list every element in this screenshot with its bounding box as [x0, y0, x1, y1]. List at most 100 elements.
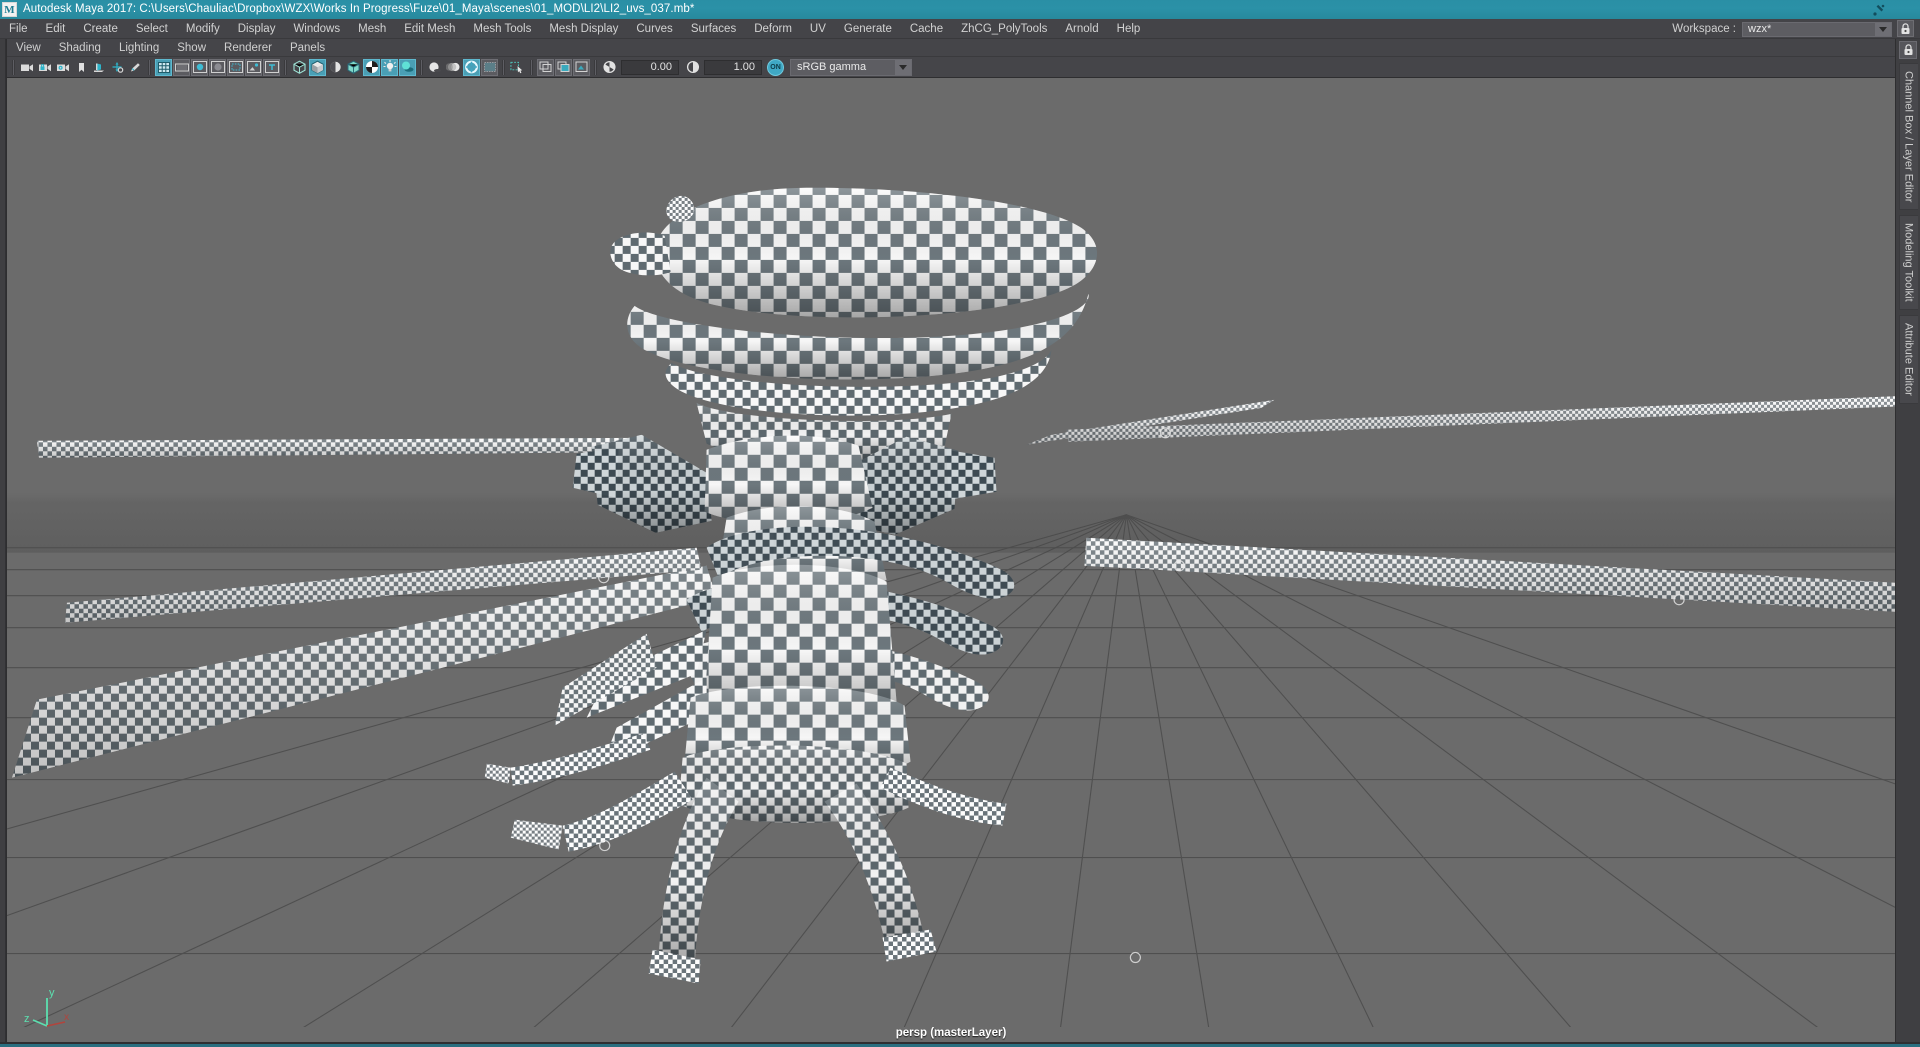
right-tab-rail: Channel Box / Layer Editor Modeling Tool… — [1895, 39, 1920, 1042]
application-body: View Shading Lighting Show Renderer Pane… — [0, 39, 1920, 1042]
perspective-viewport[interactable]: y z x persp (masterLayer) — [7, 78, 1895, 1042]
menu-cache[interactable]: Cache — [901, 19, 952, 39]
panel-menu-panels[interactable]: Panels — [281, 39, 334, 57]
menu-curves[interactable]: Curves — [627, 19, 681, 39]
workspace-dropdown[interactable]: wzx* — [1742, 21, 1892, 37]
smooth-shade-selected-icon[interactable] — [327, 59, 344, 76]
camera-lock-icon[interactable] — [37, 59, 54, 76]
menu-windows[interactable]: Windows — [284, 19, 349, 39]
safe-title-icon[interactable] — [263, 58, 280, 76]
menu-create[interactable]: Create — [74, 19, 127, 39]
color-management-value: sRGB gamma — [797, 61, 867, 73]
panel-menu-show[interactable]: Show — [168, 39, 215, 57]
film-gate-icon[interactable] — [173, 58, 190, 76]
panel-toolbar: 0.00 1.00 ON sRGB gamma — [7, 57, 1895, 78]
toolbar-separator — [420, 59, 423, 75]
isolate-select-icon[interactable] — [509, 59, 526, 76]
three-d-model-helicopter[interactable] — [7, 78, 1895, 1027]
chevron-down-icon[interactable] — [895, 59, 911, 75]
workspace-selector: Workspace : wzx* — [1672, 19, 1892, 39]
xray-icon[interactable] — [537, 58, 554, 76]
menu-mesh-tools[interactable]: Mesh Tools — [464, 19, 540, 39]
wireframe-icon[interactable] — [291, 59, 308, 76]
toolbar-separator — [148, 59, 151, 75]
use-all-lights-icon[interactable] — [381, 58, 398, 76]
smooth-shade-all-icon[interactable] — [309, 58, 326, 76]
axis-label-x: x — [64, 1012, 69, 1023]
rail-lock-button[interactable] — [1899, 41, 1917, 59]
safe-action-icon[interactable] — [245, 58, 262, 76]
window-bottom-edge — [0, 1042, 1920, 1047]
shadows-icon[interactable] — [399, 58, 416, 76]
toolbar-separator — [12, 59, 15, 75]
chevron-down-icon[interactable] — [1875, 22, 1891, 36]
tab-modeling-toolkit[interactable]: Modeling Toolkit — [1898, 215, 1918, 311]
menu-file[interactable]: File — [0, 19, 37, 39]
menu-mesh[interactable]: Mesh — [349, 19, 395, 39]
field-chart-icon[interactable] — [227, 58, 244, 76]
toolbar-separator — [594, 59, 597, 75]
toolbar-separator — [530, 59, 533, 75]
lock-icon — [1904, 44, 1912, 55]
wireframe-on-shaded-icon[interactable] — [345, 59, 362, 76]
menu-help[interactable]: Help — [1108, 19, 1150, 39]
title-bar: M Autodesk Maya 2017: C:\Users\Chauliac\… — [0, 0, 1920, 19]
workspace-value: wzx* — [1748, 23, 1772, 35]
color-management-toggle[interactable]: ON — [767, 58, 784, 76]
screen-space-ao-icon[interactable] — [427, 59, 444, 76]
panel-menu-shading[interactable]: Shading — [50, 39, 110, 57]
workspace-label: Workspace : — [1672, 23, 1736, 35]
maya-application-window: M Autodesk Maya 2017: C:\Users\Chauliac\… — [0, 0, 1920, 1047]
toolbar-separator — [502, 59, 505, 75]
menu-generate[interactable]: Generate — [835, 19, 901, 39]
menu-select[interactable]: Select — [127, 19, 177, 39]
bookmark-icon[interactable] — [73, 59, 90, 76]
lock-icon — [1901, 22, 1910, 34]
xray-joints-icon[interactable] — [555, 58, 572, 76]
color-management-dropdown[interactable]: sRGB gamma — [790, 58, 912, 76]
menu-arnold[interactable]: Arnold — [1056, 19, 1107, 39]
axis-label-y: y — [49, 987, 55, 999]
menu-surfaces[interactable]: Surfaces — [682, 19, 745, 39]
tab-attribute-editor[interactable]: Attribute Editor — [1898, 315, 1918, 404]
two-d-pan-zoom-icon[interactable] — [109, 59, 126, 76]
texture-display-icon[interactable] — [363, 58, 380, 76]
motion-blur-icon[interactable] — [445, 59, 462, 76]
title-bar-glyph-icon — [1873, 4, 1885, 16]
maya-logo-icon: M — [2, 2, 17, 17]
exposure-value-field[interactable]: 0.00 — [621, 59, 679, 75]
axis-label-z: z — [24, 1013, 30, 1025]
main-menu-bar: File Edit Create Select Modify Display W… — [0, 19, 1920, 39]
grid-icon[interactable] — [155, 58, 172, 76]
menu-display[interactable]: Display — [229, 19, 285, 39]
gamma-icon[interactable] — [684, 59, 701, 76]
menu-uv[interactable]: UV — [801, 19, 835, 39]
menu-deform[interactable]: Deform — [745, 19, 801, 39]
viewport-panel: View Shading Lighting Show Renderer Pane… — [6, 39, 1895, 1042]
depth-of-field-icon[interactable] — [481, 58, 498, 76]
camera-icon[interactable] — [19, 59, 36, 76]
camera-attributes-icon[interactable] — [55, 59, 72, 76]
panel-menu-bar: View Shading Lighting Show Renderer Pane… — [7, 39, 1895, 57]
image-plane-icon[interactable] — [91, 59, 108, 76]
gate-mask-icon[interactable] — [209, 58, 226, 76]
menu-modify[interactable]: Modify — [177, 19, 229, 39]
menu-edit[interactable]: Edit — [37, 19, 75, 39]
xray-active-components-icon[interactable] — [573, 58, 590, 76]
multisample-aa-icon[interactable] — [463, 58, 480, 76]
resolution-gate-icon[interactable] — [191, 58, 208, 76]
grease-pencil-icon[interactable] — [127, 59, 144, 76]
panel-menu-renderer[interactable]: Renderer — [215, 39, 281, 57]
gamma-value-field[interactable]: 1.00 — [704, 59, 762, 75]
window-title: Autodesk Maya 2017: C:\Users\Chauliac\Dr… — [23, 3, 695, 15]
toolbar-separator — [284, 59, 287, 75]
menu-edit-mesh[interactable]: Edit Mesh — [395, 19, 464, 39]
menu-zhcg-polytools[interactable]: ZhCG_PolyTools — [952, 19, 1056, 39]
panel-menu-view[interactable]: View — [7, 39, 50, 57]
menu-mesh-display[interactable]: Mesh Display — [540, 19, 627, 39]
panel-menu-lighting[interactable]: Lighting — [110, 39, 168, 57]
turret-assembly — [610, 187, 1098, 462]
workspace-lock-button[interactable] — [1897, 20, 1914, 37]
tab-channel-box-layer-editor[interactable]: Channel Box / Layer Editor — [1898, 63, 1918, 211]
exposure-icon[interactable] — [601, 59, 618, 76]
